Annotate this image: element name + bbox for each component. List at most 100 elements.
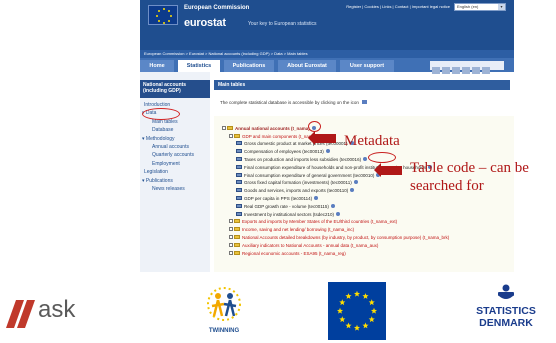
table-code-annotation-line1: Table code – can be	[410, 160, 529, 176]
tree-table-row[interactable]: Real GDP growth rate - volume (tec00115)	[236, 203, 335, 210]
tree-row-label: GDP per capita in PPS (tec00114)	[244, 195, 313, 201]
toolbar-icons[interactable]	[430, 61, 504, 74]
tree-row-label: Taxes on production and imports less sub…	[244, 156, 362, 162]
eu-star-icon	[368, 299, 375, 306]
tree-folder-row[interactable]: Income, saving and net lending/ borrowin…	[229, 226, 354, 233]
tree-root[interactable]: Annual national accounts (t_nama)	[222, 125, 316, 132]
org-name: European Commission	[184, 5, 250, 11]
breadcrumb[interactable]: European Commission > Eurostat > Nationa…	[144, 51, 308, 56]
folder-icon	[234, 227, 240, 232]
tree-table-row[interactable]: Final consumption expenditure of general…	[236, 172, 381, 179]
tree-row-label: Goods and services, imports and exports …	[244, 188, 349, 194]
tree-row-label: Real GDP growth rate - volume (tec00115)	[244, 203, 329, 209]
rss-icon[interactable]	[452, 67, 460, 74]
share-icon[interactable]	[462, 67, 470, 74]
sidebar-item[interactable]: Annual accounts	[152, 144, 189, 150]
table-code-arrow	[374, 163, 402, 177]
language-select[interactable]: English (en) ▾	[454, 3, 506, 11]
tree-row-label: Gross fixed capital formation (investmen…	[244, 180, 352, 186]
tree-row-label: National Accounts detailed breakdowns (b…	[242, 234, 450, 240]
folder-icon	[234, 250, 240, 255]
tree-root-label: Annual national accounts (t_nama)	[235, 126, 310, 131]
print-icon[interactable]	[432, 67, 440, 74]
metadata-arrow	[308, 131, 336, 145]
tab-home[interactable]: Home	[140, 60, 174, 72]
table-icon	[236, 172, 242, 177]
folder-icon	[227, 126, 233, 130]
twinning-logo: TWINNING	[196, 282, 252, 340]
sidebar-item[interactable]: Legislation	[144, 169, 168, 175]
language-value: English (en)	[457, 4, 479, 9]
metadata-annotation: Metadata	[344, 133, 400, 149]
top-links[interactable]: Register | Cookies | Links | Contact | I…	[346, 4, 450, 9]
table-code-annotation-line2: searched for	[410, 178, 484, 194]
expand-icon[interactable]	[229, 133, 233, 138]
sidebar-item[interactable]: Employment	[152, 161, 180, 167]
tree-row-label: Compensation of employees (tec00013)	[244, 149, 324, 155]
text-size-icon[interactable]	[442, 67, 450, 74]
database-icon[interactable]	[362, 100, 368, 104]
help-icon[interactable]	[482, 67, 490, 74]
eu-star-icon	[362, 293, 369, 299]
expand-icon[interactable]	[229, 250, 233, 255]
statistics-denmark-line2: DENMARK	[479, 317, 533, 329]
table-code-highlight	[368, 152, 396, 163]
metadata-icon[interactable]	[330, 203, 335, 208]
eu-star-icon	[353, 324, 361, 331]
tree-folder-row[interactable]: National Accounts detailed breakdowns (b…	[229, 234, 449, 241]
eurostat-logo[interactable]: eurostat	[184, 17, 226, 29]
main-nav: Home Statistics Publications About Euros…	[140, 58, 514, 74]
tree-folder-row[interactable]: Regional economic accounts - ESA95 (t_na…	[229, 250, 346, 257]
breadcrumb-bar: European Commission > Eurostat > Nationa…	[140, 50, 514, 58]
sidebar-item[interactable]: News releases	[152, 186, 185, 192]
tree-table-row[interactable]: GDP per capita in PPS (tec00114)	[236, 195, 319, 202]
tab-user-support[interactable]: User support	[340, 60, 394, 72]
eu-star-icon	[339, 316, 346, 323]
sidebar-item[interactable]: Quarterly accounts	[152, 152, 194, 158]
metadata-icon[interactable]	[350, 188, 355, 193]
tree-row-label: Investment by institutional sectors (tsd…	[244, 211, 335, 217]
eu-star-icon	[353, 290, 361, 297]
sidebar-item[interactable]: Database	[152, 127, 173, 133]
sidebar-item[interactable]: ▾ Methodology	[142, 136, 175, 142]
folder-icon	[234, 242, 240, 247]
tree-folder-row[interactable]: Auxiliary indicators to National Account…	[229, 242, 378, 249]
bookmark-icon[interactable]	[472, 67, 480, 74]
table-icon	[236, 180, 242, 185]
tree-table-row[interactable]: Investment by institutional sectors (tsd…	[236, 211, 341, 218]
tab-about-eurostat[interactable]: About Eurostat	[278, 60, 336, 72]
tree-folder-row[interactable]: Exports and imports by Member States of …	[229, 218, 397, 225]
table-icon	[236, 211, 242, 216]
tree-table-row[interactable]: Final consumption expenditure of househo…	[236, 164, 433, 171]
metadata-icon[interactable]	[325, 149, 330, 154]
tree-row-label: Exports and imports by Member States of …	[242, 219, 398, 225]
metadata-icon[interactable]	[314, 195, 319, 200]
expand-icon[interactable]	[229, 219, 233, 224]
chevron-down-icon: ▾	[498, 4, 505, 10]
main-tables-highlight	[142, 108, 180, 120]
metadata-icon[interactable]	[336, 211, 341, 216]
expand-icon[interactable]	[229, 227, 233, 232]
eu-star-icon	[345, 322, 352, 329]
expand-icon[interactable]	[222, 126, 226, 130]
tab-publications[interactable]: Publications	[224, 60, 274, 72]
intro-label: The complete statistical database is acc…	[220, 100, 359, 105]
folder-icon	[234, 133, 240, 138]
tree-table-row[interactable]: Taxes on production and imports less sub…	[236, 156, 368, 163]
expand-icon[interactable]	[229, 234, 233, 239]
eu-star-icon	[339, 299, 346, 306]
statistics-denmark-logo: STATISTICS DENMARK	[468, 282, 544, 342]
metadata-icon[interactable]	[363, 156, 368, 161]
tree-table-row[interactable]: Goods and services, imports and exports …	[236, 187, 355, 194]
metadata-icon[interactable]	[353, 180, 358, 185]
tree-table-row[interactable]: Compensation of employees (tec00013)	[236, 148, 330, 155]
tree-table-row[interactable]: Gross fixed capital formation (investmen…	[236, 179, 358, 186]
expand-icon[interactable]	[229, 242, 233, 247]
tab-statistics[interactable]: Statistics	[178, 60, 220, 72]
table-icon	[236, 188, 242, 193]
sidebar-item[interactable]: ▾ Publications	[142, 178, 173, 184]
eu-star-icon	[370, 307, 378, 314]
eu-star-icon	[368, 316, 375, 323]
table-icon	[236, 203, 242, 208]
eu-flag-icon	[148, 5, 178, 25]
